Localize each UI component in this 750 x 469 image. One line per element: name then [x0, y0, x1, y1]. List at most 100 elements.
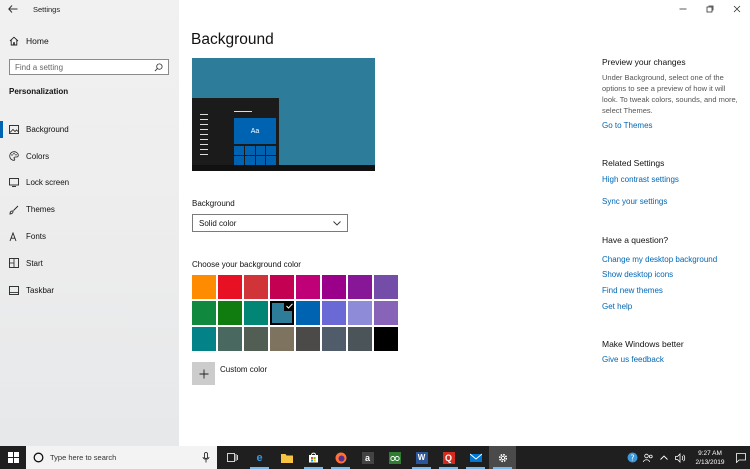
color-swatch[interactable] [270, 301, 294, 325]
sidebar-item-taskbar[interactable]: Taskbar [0, 277, 179, 304]
color-swatch[interactable] [218, 301, 242, 325]
quicken-icon: Q [442, 451, 455, 464]
color-swatch[interactable] [322, 327, 346, 351]
start-button[interactable] [0, 446, 26, 469]
word-icon: W [415, 451, 428, 464]
brush-icon [9, 205, 19, 215]
home-label: Home [26, 36, 49, 46]
sidebar-item-label: Start [26, 258, 43, 268]
color-swatch[interactable] [348, 327, 372, 351]
system-tray: ? 9:27 AM 2/13/2019 [624, 446, 750, 469]
color-swatch[interactable] [244, 301, 268, 325]
color-swatch[interactable] [374, 327, 398, 351]
title-bar: Settings [0, 0, 179, 18]
color-swatch[interactable] [244, 327, 268, 351]
preview-start-menu: Aa [192, 98, 279, 165]
color-swatch[interactable] [322, 301, 346, 325]
sidebar-item-themes[interactable]: Themes [0, 196, 179, 223]
color-swatch[interactable] [218, 275, 242, 299]
color-swatch[interactable] [374, 301, 398, 325]
change-background-link[interactable]: Change my desktop background [602, 255, 717, 264]
settings-button[interactable] [489, 446, 516, 469]
clock[interactable]: 9:27 AM 2/13/2019 [688, 449, 732, 467]
window-title: Settings [33, 4, 61, 14]
color-swatch[interactable] [348, 301, 372, 325]
search-input[interactable]: Find a setting [9, 59, 169, 75]
preview-app-list [200, 114, 212, 160]
help-tray-button[interactable]: ? [624, 446, 640, 469]
volume-button[interactable] [672, 446, 688, 469]
maximize-button[interactable] [696, 0, 723, 18]
clock-time: 9:27 AM [698, 449, 722, 457]
sidebar-item-lock-screen[interactable]: Lock screen [0, 170, 179, 197]
color-swatch[interactable] [348, 275, 372, 299]
high-contrast-link[interactable]: High contrast settings [602, 175, 679, 184]
feedback-link[interactable]: Give us feedback [602, 355, 664, 364]
color-swatch[interactable] [296, 301, 320, 325]
preview-taskbar [192, 165, 375, 171]
background-dropdown-value: Solid color [199, 218, 237, 228]
sidebar-item-label: Fonts [26, 232, 47, 242]
preview-heading: Preview your changes [602, 57, 686, 67]
color-swatch[interactable] [244, 275, 268, 299]
sidebar-item-background[interactable]: Background [0, 116, 179, 143]
get-help-link[interactable]: Get help [602, 302, 632, 311]
people-icon [642, 453, 653, 462]
sidebar-item-start[interactable]: Start [0, 250, 179, 277]
color-swatch[interactable] [218, 327, 242, 351]
minimize-button[interactable] [669, 0, 696, 18]
task-view-icon [227, 452, 239, 464]
color-swatch[interactable] [270, 327, 294, 351]
color-swatch[interactable] [192, 327, 216, 351]
color-swatch[interactable] [296, 275, 320, 299]
amazon-button[interactable]: a [354, 446, 381, 469]
find-themes-link[interactable]: Find new themes [602, 286, 663, 295]
sync-settings-link[interactable]: Sync your settings [602, 197, 667, 206]
color-swatch[interactable] [270, 275, 294, 299]
close-button[interactable] [723, 0, 750, 18]
firefox-icon [335, 452, 347, 464]
sidebar-item-label: Colors [26, 151, 50, 161]
help-icon: ? [627, 452, 637, 463]
color-swatch[interactable] [192, 301, 216, 325]
palette-icon [9, 151, 19, 161]
back-arrow-icon [8, 5, 18, 13]
background-label: Background [192, 199, 235, 208]
sidebar-item-colors[interactable]: Colors [0, 143, 179, 170]
home-link[interactable]: Home [9, 35, 49, 47]
file-explorer-icon [280, 452, 293, 464]
background-dropdown[interactable]: Solid color [192, 214, 348, 232]
chevron-up-button[interactable] [656, 446, 672, 469]
search-icon [154, 62, 163, 71]
color-swatch[interactable] [192, 275, 216, 299]
tripadvisor-button[interactable] [381, 446, 408, 469]
image-icon [9, 124, 19, 134]
sidebar-item-fonts[interactable]: Fonts [0, 223, 179, 250]
color-swatch[interactable] [322, 275, 346, 299]
home-icon [9, 36, 19, 46]
quicken-button[interactable]: Q [435, 446, 462, 469]
firefox-button[interactable] [327, 446, 354, 469]
main-content: Background Aa Background Solid color Cho… [179, 0, 750, 446]
taskbar-search[interactable]: Type here to search [26, 446, 217, 469]
background-preview: Aa [192, 58, 375, 171]
color-swatch[interactable] [374, 275, 398, 299]
task-view-button[interactable] [219, 446, 246, 469]
related-settings-heading: Related Settings [602, 158, 665, 168]
sidebar-item-label: Background [26, 124, 69, 134]
store-button[interactable] [300, 446, 327, 469]
word-button[interactable]: W [408, 446, 435, 469]
mail-button[interactable] [462, 446, 489, 469]
custom-color-button[interactable]: Custom color [192, 362, 267, 385]
notification-icon [736, 452, 746, 463]
desktop-icons-link[interactable]: Show desktop icons [602, 270, 673, 279]
clock-date: 2/13/2019 [695, 458, 725, 466]
edge-button[interactable]: e [246, 446, 273, 469]
color-swatch[interactable] [296, 327, 320, 351]
go-to-themes-link[interactable]: Go to Themes [602, 121, 653, 130]
action-center-button[interactable] [732, 446, 750, 469]
custom-color-label: Custom color [220, 365, 268, 374]
file-explorer-button[interactable] [273, 446, 300, 469]
back-button[interactable] [0, 0, 26, 18]
people-tray-button[interactable] [640, 446, 656, 469]
